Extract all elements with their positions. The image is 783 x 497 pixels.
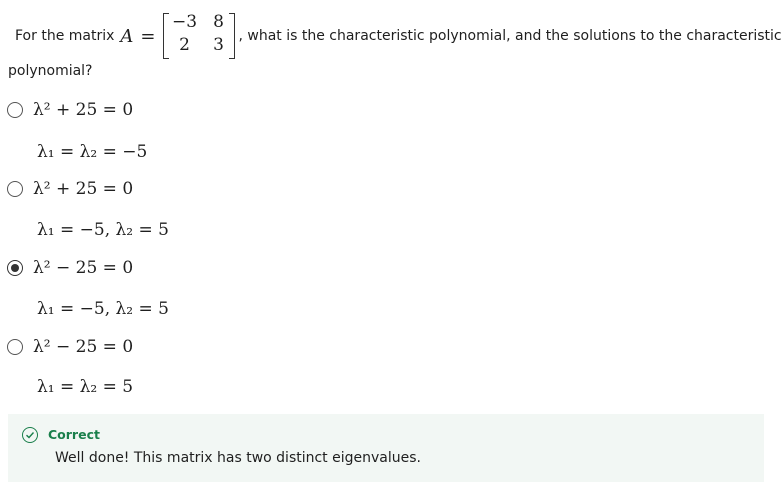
option-equation: λ² − 25 = 0 — [33, 337, 134, 357]
answer-option[interactable]: λ² − 25 = 0 — [7, 256, 133, 280]
feedback-status: Correct — [48, 427, 100, 442]
matrix-symbol: A — [120, 25, 134, 47]
matrix: −3 8 2 3 — [163, 12, 236, 60]
question-prefix: For the matrix — [15, 28, 115, 44]
feedback-message: Well done! This matrix has two distinct … — [55, 450, 421, 466]
answer-option[interactable]: λ² + 25 = 0 — [7, 177, 133, 201]
matrix-cell: −3 — [171, 12, 198, 32]
option-equation: λ² + 25 = 0 — [33, 100, 134, 120]
option-solution: λ₁ = λ₂ = −5 — [37, 142, 148, 162]
matrix-right-bracket — [229, 13, 236, 59]
radio-button[interactable] — [7, 339, 23, 355]
feedback-panel: Correct Well done! This matrix has two d… — [8, 414, 764, 482]
option-solution: λ₁ = λ₂ = 5 — [37, 377, 134, 397]
matrix-cell: 2 — [179, 35, 190, 55]
option-solution: λ₁ = −5, λ₂ = 5 — [37, 299, 169, 319]
option-solution: λ₁ = −5, λ₂ = 5 — [37, 220, 169, 240]
question-text: For the matrix A = −3 8 2 3 , what is th… — [15, 12, 782, 60]
check-circle-icon — [22, 427, 38, 443]
radio-button[interactable] — [7, 181, 23, 197]
question-continuation: polynomial? — [8, 63, 93, 79]
option-equation: λ² − 25 = 0 — [33, 258, 134, 278]
option-equation: λ² + 25 = 0 — [33, 179, 134, 199]
question-suffix: , what is the characteristic polynomial,… — [238, 28, 782, 44]
answer-option[interactable]: λ² + 25 = 0 — [7, 98, 133, 122]
matrix-left-bracket — [163, 13, 170, 59]
matrix-cell: 3 — [213, 35, 224, 55]
answer-option[interactable]: λ² − 25 = 0 — [7, 335, 133, 359]
radio-button[interactable] — [7, 102, 23, 118]
equals-sign: = — [140, 25, 156, 47]
radio-button-selected[interactable] — [7, 260, 23, 276]
matrix-cell: 8 — [213, 12, 224, 32]
